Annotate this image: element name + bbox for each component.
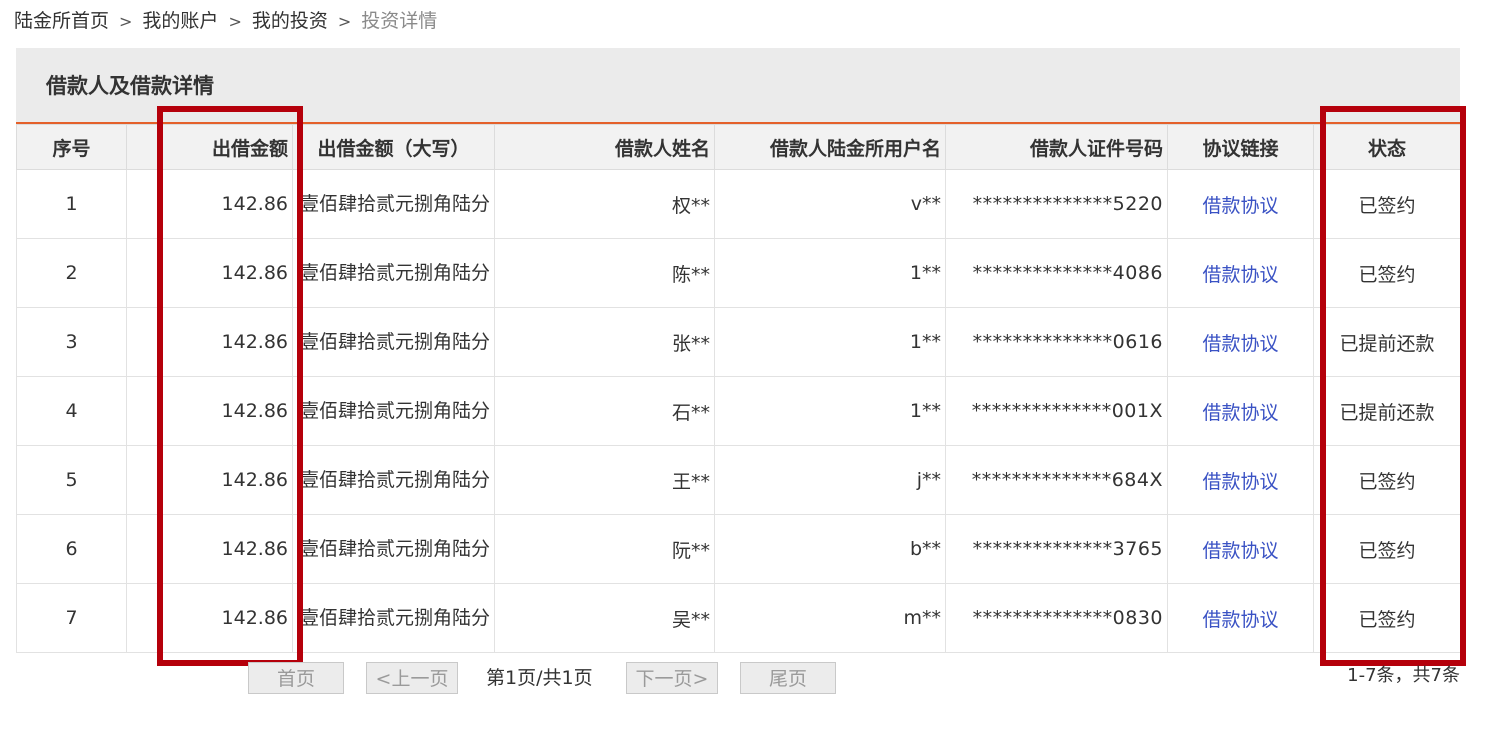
- cell-borrower-id: **************3765: [945, 514, 1168, 584]
- cell-amount-cn: 壹佰肆拾贰元捌角陆分: [292, 583, 495, 653]
- agreement-link[interactable]: 借款协议: [1202, 471, 1278, 493]
- cell-no: 5: [16, 445, 127, 515]
- cell-borrower-username: j**: [714, 445, 946, 515]
- cell-amount: 142.86: [126, 238, 293, 308]
- cell-amount-cn: 壹佰肆拾贰元捌角陆分: [292, 238, 495, 308]
- cell-amount: 142.86: [126, 169, 293, 239]
- table-row: 7 142.86 壹佰肆拾贰元捌角陆分 吴** m** ************…: [16, 583, 1461, 653]
- cell-status: 已提前还款: [1313, 376, 1461, 446]
- cell-no: 3: [16, 307, 127, 377]
- cell-amount-cn: 壹佰肆拾贰元捌角陆分: [292, 376, 495, 446]
- table-row: 5 142.86 壹佰肆拾贰元捌角陆分 王** j** ************…: [16, 445, 1461, 515]
- breadcrumb-investments[interactable]: 我的投资: [252, 10, 328, 32]
- cell-status: 已签约: [1313, 238, 1461, 308]
- cell-borrower-name: 阮**: [494, 514, 715, 584]
- last-page-button[interactable]: 尾页: [740, 662, 836, 694]
- cell-amount: 142.86: [126, 307, 293, 377]
- cell-status: 已签约: [1313, 169, 1461, 239]
- cell-borrower-id: **************001X: [945, 376, 1168, 446]
- cell-borrower-id: **************0830: [945, 583, 1168, 653]
- cell-amount-cn: 壹佰肆拾贰元捌角陆分: [292, 307, 495, 377]
- pagination: 首页 <上一页 第1页/共1页 下一页> 尾页 1-7条，共7条: [0, 662, 1490, 698]
- cell-amount: 142.86: [126, 583, 293, 653]
- panel-title: 借款人及借款详情: [46, 74, 214, 98]
- cell-borrower-username: 1**: [714, 307, 946, 377]
- cell-borrower-name: 吴**: [494, 583, 715, 653]
- borrower-table: 序号 出借金额 出借金额（大写） 借款人姓名 借款人陆金所用户名 借款人证件号码…: [16, 124, 1461, 653]
- cell-amount: 142.86: [126, 514, 293, 584]
- cell-borrower-id: **************5220: [945, 169, 1168, 239]
- cell-borrower-name: 王**: [494, 445, 715, 515]
- cell-borrower-username: b**: [714, 514, 946, 584]
- cell-status: 已签约: [1313, 514, 1461, 584]
- agreement-link[interactable]: 借款协议: [1202, 609, 1278, 631]
- cell-borrower-username: m**: [714, 583, 946, 653]
- header-status: 状态: [1313, 124, 1461, 170]
- header-borrower-name: 借款人姓名: [494, 124, 715, 170]
- header-borrower-id: 借款人证件号码: [945, 124, 1168, 170]
- cell-no: 4: [16, 376, 127, 446]
- header-borrower-username: 借款人陆金所用户名: [714, 124, 946, 170]
- header-agreement: 协议链接: [1167, 124, 1314, 170]
- cell-borrower-name: 石**: [494, 376, 715, 446]
- table-row: 2 142.86 壹佰肆拾贰元捌角陆分 陈** 1** ************…: [16, 238, 1461, 308]
- cell-borrower-username: 1**: [714, 238, 946, 308]
- cell-status: 已提前还款: [1313, 307, 1461, 377]
- cell-status: 已签约: [1313, 583, 1461, 653]
- cell-borrower-id: **************4086: [945, 238, 1168, 308]
- header-amount: 出借金额: [126, 124, 293, 170]
- cell-no: 2: [16, 238, 127, 308]
- agreement-link[interactable]: 借款协议: [1202, 264, 1278, 286]
- table-row: 6 142.86 壹佰肆拾贰元捌角陆分 阮** b** ************…: [16, 514, 1461, 584]
- table-row: 1 142.86 壹佰肆拾贰元捌角陆分 权** v** ************…: [16, 169, 1461, 239]
- cell-borrower-id: **************684X: [945, 445, 1168, 515]
- header-no: 序号: [16, 124, 127, 170]
- agreement-link[interactable]: 借款协议: [1202, 195, 1278, 217]
- cell-amount-cn: 壹佰肆拾贰元捌角陆分: [292, 169, 495, 239]
- cell-amount-cn: 壹佰肆拾贰元捌角陆分: [292, 445, 495, 515]
- cell-amount: 142.86: [126, 376, 293, 446]
- cell-borrower-name: 张**: [494, 307, 715, 377]
- breadcrumb: 陆金所首页 > 我的账户 > 我的投资 > 投资详情: [14, 8, 437, 34]
- table-header-row: 序号 出借金额 出借金额（大写） 借款人姓名 借款人陆金所用户名 借款人证件号码…: [16, 124, 1461, 170]
- cell-no: 7: [16, 583, 127, 653]
- breadcrumb-separator: >: [228, 12, 242, 31]
- cell-amount: 142.86: [126, 445, 293, 515]
- breadcrumb-home[interactable]: 陆金所首页: [14, 10, 109, 32]
- table-row: 3 142.86 壹佰肆拾贰元捌角陆分 张** 1** ************…: [16, 307, 1461, 377]
- cell-borrower-username: v**: [714, 169, 946, 239]
- cell-borrower-name: 陈**: [494, 238, 715, 308]
- breadcrumb-separator: >: [337, 12, 352, 31]
- cell-no: 6: [16, 514, 127, 584]
- agreement-link[interactable]: 借款协议: [1202, 333, 1278, 355]
- cell-borrower-username: 1**: [714, 376, 946, 446]
- next-page-button[interactable]: 下一页>: [626, 662, 718, 694]
- table-row: 4 142.86 壹佰肆拾贰元捌角陆分 石** 1** ************…: [16, 376, 1461, 446]
- cell-borrower-id: **************0616: [945, 307, 1168, 377]
- panel-header: 借款人及借款详情: [16, 48, 1460, 124]
- breadcrumb-current: 投资详情: [361, 10, 438, 32]
- header-amount-cn: 出借金额（大写）: [292, 124, 495, 170]
- agreement-link[interactable]: 借款协议: [1202, 540, 1278, 562]
- cell-amount-cn: 壹佰肆拾贰元捌角陆分: [292, 514, 495, 584]
- breadcrumb-separator: >: [119, 12, 133, 31]
- cell-no: 1: [16, 169, 127, 239]
- page-info: 第1页/共1页: [486, 667, 593, 689]
- breadcrumb-account[interactable]: 我的账户: [142, 10, 218, 32]
- first-page-button[interactable]: 首页: [248, 662, 344, 694]
- prev-page-button[interactable]: <上一页: [366, 662, 458, 694]
- record-count: 1-7条，共7条: [1347, 665, 1460, 686]
- agreement-link[interactable]: 借款协议: [1202, 402, 1278, 424]
- cell-borrower-name: 权**: [494, 169, 715, 239]
- cell-status: 已签约: [1313, 445, 1461, 515]
